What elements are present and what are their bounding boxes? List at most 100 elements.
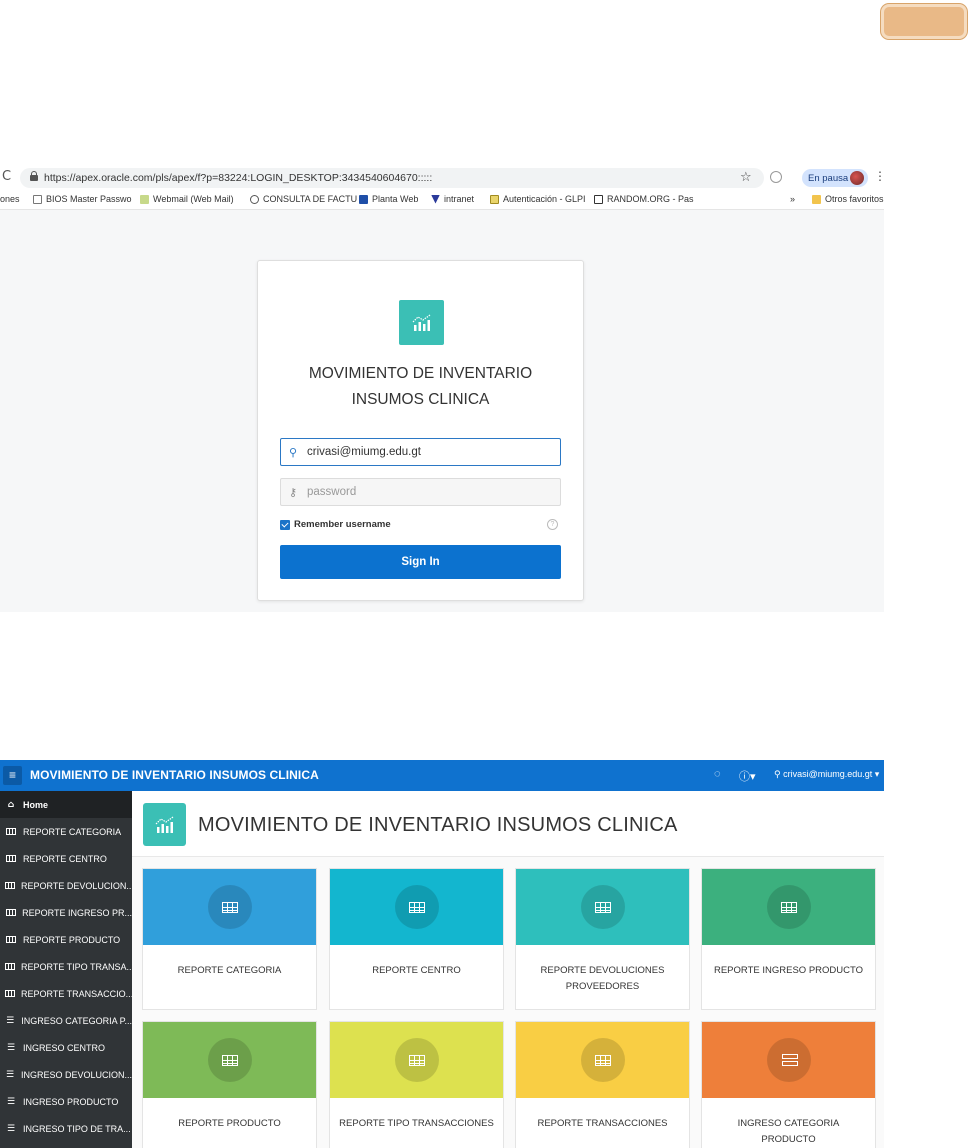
sidebar-item-ingreso-devoluciones[interactable]: ☰ INGRESO DEVOLUCION... <box>0 1061 132 1088</box>
tile-reporte-tipo-transacciones[interactable]: REPORTE TIPO TRANSACCIONES <box>329 1021 504 1148</box>
home-icon: ⌂ <box>7 799 15 810</box>
username-value: crivasi@miumg.edu.gt <box>307 446 421 458</box>
sidebar-item-ingreso-categoria[interactable]: ☰ INGRESO CATEGORIA P... <box>0 1007 132 1034</box>
grid-icon <box>408 901 425 913</box>
tile-reporte-producto[interactable]: REPORTE PRODUCTO <box>142 1021 317 1148</box>
tile-reporte-categoria[interactable]: REPORTE CATEGORIA <box>142 868 317 1010</box>
sync-paused-label: En pausa <box>808 172 849 184</box>
lock-icon <box>30 171 38 182</box>
grid-icon <box>5 909 16 916</box>
tile-ingreso-categoria-producto[interactable]: INGRESO CATEGORIA PRODUCTO <box>701 1021 876 1148</box>
remember-username[interactable]: Remember username <box>280 519 391 530</box>
user-menu[interactable]: ⚲ crivasi@miumg.edu.gt ▾ <box>774 769 879 780</box>
sidebar-item-reporte-transacciones[interactable]: REPORTE TRANSACCIO... <box>0 980 132 1007</box>
page-hero: MOVIMIENTO DE INVENTARIO INSUMOS CLINICA <box>132 791 884 857</box>
bookmark-item[interactable]: Planta Web <box>359 194 418 204</box>
page-icon <box>33 194 42 204</box>
grid-icon <box>5 963 15 970</box>
sidebar-item-reporte-devoluciones[interactable]: REPORTE DEVOLUCION... <box>0 872 132 899</box>
extension-icon[interactable] <box>770 171 782 183</box>
grid-icon <box>780 901 797 913</box>
login-title: MOVIMIENTO DE INVENTARIO INSUMOS CLINICA <box>308 365 533 408</box>
key-icon: ⚷ <box>289 487 298 499</box>
login-screenshot: C https://apex.oracle.com/pls/apex/f?p=8… <box>0 166 884 612</box>
grid-icon <box>594 1054 611 1066</box>
more-menu-icon[interactable]: ⋮ <box>874 169 884 183</box>
profile-avatar <box>850 171 864 185</box>
apex-topbar: ≡ MOVIMIENTO DE INVENTARIO INSUMOS CLINI… <box>0 760 884 791</box>
feedback-icon[interactable]: ◌ <box>714 768 721 780</box>
page-title: MOVIMIENTO DE INVENTARIO INSUMOS CLINICA <box>198 814 678 836</box>
tile-reporte-devoluciones[interactable]: REPORTE DEVOLUCIONES PROVEEDORES <box>515 868 690 1010</box>
sidebar-item-reporte-centro[interactable]: REPORTE CENTRO <box>0 845 132 872</box>
tile-reporte-transacciones[interactable]: REPORTE TRANSACCIONES <box>515 1021 690 1148</box>
form-icon: ☰ <box>6 1123 16 1134</box>
remember-label: Remember username <box>294 519 391 530</box>
password-placeholder: password <box>307 486 357 498</box>
grid-icon <box>408 1054 425 1066</box>
top-right-badge <box>881 4 967 39</box>
help-menu-icon[interactable]: ⓘ▾ <box>739 768 756 784</box>
reload-icon[interactable]: C <box>2 169 11 184</box>
bookmark-star-icon[interactable]: ☆ <box>740 169 752 185</box>
sign-in-button[interactable]: Sign In <box>280 545 561 579</box>
bookmark-item[interactable]: CONSULTA DE FACTU <box>250 194 357 204</box>
bookmarks-bar: iones BIOS Master Passwo Webmail (Web Ma… <box>0 190 884 210</box>
sidebar-item-ingreso-producto[interactable]: ☰ INGRESO PRODUCTO <box>0 1088 132 1115</box>
login-card: MOVIMIENTO DE INVENTARIO INSUMOS CLINICA… <box>257 260 584 601</box>
form-icon: ☰ <box>5 1069 15 1080</box>
form-icon <box>781 1053 798 1067</box>
sync-paused-button[interactable]: En pausa <box>802 169 868 187</box>
folder-icon <box>812 194 821 204</box>
sidebar-item-reporte-producto[interactable]: REPORTE PRODUCTO <box>0 926 132 953</box>
help-icon[interactable]: ? <box>547 519 558 530</box>
app-logo-icon <box>143 803 186 846</box>
form-icon: ☰ <box>6 1015 15 1026</box>
bookmark-item[interactable]: Webmail (Web Mail) <box>140 194 234 204</box>
grid-icon <box>221 901 238 913</box>
remember-checkbox[interactable] <box>280 519 290 530</box>
grid-icon <box>221 1054 238 1066</box>
grid-icon <box>5 990 15 997</box>
sidebar-item-ingreso-tipo[interactable]: ☰ INGRESO TIPO DE TRA... <box>0 1115 132 1142</box>
bookmarks-overflow[interactable]: » <box>790 194 795 204</box>
home-screenshot: ≡ MOVIMIENTO DE INVENTARIO INSUMOS CLINI… <box>0 760 884 1148</box>
tile-reporte-centro[interactable]: REPORTE CENTRO <box>329 868 504 1010</box>
user-icon: ⚲ <box>774 769 784 779</box>
app-logo-icon <box>399 300 444 345</box>
app-name[interactable]: MOVIMIENTO DE INVENTARIO INSUMOS CLINICA <box>30 768 319 782</box>
sidebar-nav: ⌂ Home REPORTE CATEGORIA REPORTE CENTRO R… <box>0 791 132 1148</box>
form-icon: ☰ <box>6 1096 16 1107</box>
bookmark-item[interactable]: iones <box>0 194 20 204</box>
glpi-icon <box>490 194 499 204</box>
user-icon: ⚲ <box>289 447 298 459</box>
sidebar-item-reporte-ingreso[interactable]: REPORTE INGRESO PR... <box>0 899 132 926</box>
grid-icon <box>5 828 17 835</box>
browser-address-bar: C https://apex.oracle.com/pls/apex/f?p=8… <box>0 166 884 190</box>
bookmark-item[interactable]: BIOS Master Passwo <box>33 194 132 204</box>
mail-icon <box>140 194 149 204</box>
url-text: https://apex.oracle.com/pls/apex/f?p=832… <box>44 172 433 184</box>
globe-icon <box>250 194 259 204</box>
bookmark-item[interactable]: Otros favoritos <box>812 194 884 204</box>
username-field[interactable]: ⚲ crivasi@miumg.edu.gt <box>280 438 561 466</box>
menu-icon[interactable]: ≡ <box>3 766 22 785</box>
site-icon <box>359 194 368 204</box>
grid-icon <box>594 901 611 913</box>
bookmark-item[interactable]: Autenticación - GLPI <box>490 194 586 204</box>
random-org-icon <box>594 194 603 204</box>
form-icon: ☰ <box>6 1042 16 1053</box>
password-field[interactable]: ⚷ password <box>280 478 561 506</box>
bookmark-item[interactable]: intranet <box>431 194 474 204</box>
sidebar-item-reporte-categoria[interactable]: REPORTE CATEGORIA <box>0 818 132 845</box>
sidebar-item-ingreso-centro[interactable]: ☰ INGRESO CENTRO <box>0 1034 132 1061</box>
bookmark-item[interactable]: RANDOM.ORG - Pas <box>594 194 694 204</box>
url-field[interactable]: https://apex.oracle.com/pls/apex/f?p=832… <box>20 168 764 188</box>
sidebar-item-reporte-tipo[interactable]: REPORTE TIPO TRANSA... <box>0 953 132 980</box>
grid-icon <box>5 855 17 862</box>
tile-reporte-ingreso-producto[interactable]: REPORTE INGRESO PRODUCTO <box>701 868 876 1010</box>
main-content: MOVIMIENTO DE INVENTARIO INSUMOS CLINICA… <box>132 791 884 1148</box>
sidebar-item-home[interactable]: ⌂ Home <box>0 791 132 818</box>
grid-icon <box>5 882 15 889</box>
site-icon <box>431 194 440 204</box>
